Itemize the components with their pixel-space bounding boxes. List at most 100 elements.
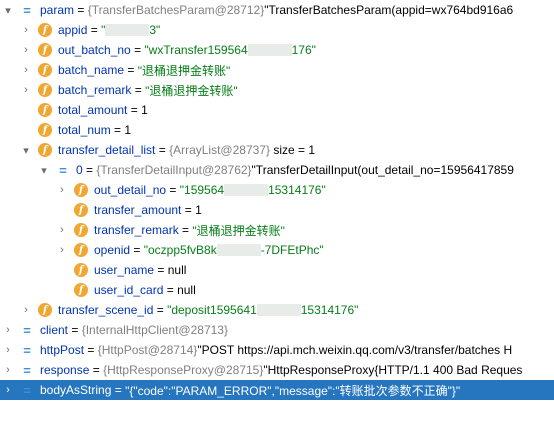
field-icon: f [38, 123, 52, 137]
tree-row-text: transfer_detail_list = {ArrayList@28737}… [58, 140, 315, 160]
variable-value: "TransferBatchesParam(appid=wx764bd916a6 [264, 3, 514, 17]
variable-name: response [40, 363, 90, 377]
tree-row-user_id_card[interactable]: f user_id_card = null [0, 280, 554, 300]
tree-row-out_detail_no[interactable]: › f out_detail_no = "159564 15314176" [0, 180, 554, 200]
tree-row-text: total_num = 1 [58, 120, 131, 140]
expand-arrow-icon[interactable]: › [20, 80, 32, 100]
tree-row-httpPost[interactable]: › = httpPost = {HttpPost@28714} "POST http… [0, 340, 554, 360]
variable-value: "退桶退押金转账" [192, 223, 285, 238]
tree-row-total_num[interactable]: f total_num = 1 [0, 120, 554, 140]
redaction-blur [216, 244, 261, 256]
tree-row-client[interactable]: › = client = {InternalHttpClient@28713} [0, 320, 554, 340]
expand-arrow-icon[interactable]: › [20, 300, 32, 320]
variable-type: {InternalHttpClient@28713} [81, 323, 228, 337]
equals-sign: = [153, 303, 168, 317]
expand-arrow-icon[interactable]: › [20, 60, 32, 80]
variable-value: "wxTransfer159564 [144, 43, 248, 57]
tree-row-text: 0 = {TransferDetailInput@28762} "Transfe… [76, 160, 514, 180]
equals-sign: = [87, 23, 102, 37]
tree-row-bodyAsString[interactable]: › = bodyAsString = "{"code":"PARAM_ERROR",… [0, 380, 554, 400]
variable-value: "{"code":"PARAM_ERROR","message":"转账批次参数… [125, 383, 461, 398]
variable-name: transfer_amount [94, 203, 182, 217]
expand-arrow-icon[interactable]: › [56, 220, 68, 240]
tree-row-response[interactable]: › = response = {HttpResponseProxy@28715} "… [0, 360, 554, 380]
variable-value: 1 [195, 203, 202, 217]
tree-row-text: param = {TransferBatchesParam@28712} "Tr… [40, 0, 513, 20]
variable-name: user_name [94, 263, 155, 277]
expand-arrow-icon[interactable]: › [2, 340, 14, 360]
expand-arrow-icon[interactable]: › [2, 320, 14, 340]
variable-icon: = [59, 162, 67, 178]
tree-row-param[interactable]: ▾ = param = {TransferBatchesParam@28712} "… [0, 0, 554, 20]
redaction-blur [105, 24, 150, 36]
equals-sign: = [178, 223, 193, 237]
tree-row-transfer_detail_list[interactable]: ▾ f transfer_detail_list = {ArrayList@2873… [0, 140, 554, 160]
variable-value: "退桶退押金转账" [145, 83, 238, 98]
variable-type: {HttpPost@28714} [97, 343, 198, 357]
collapse-arrow-icon[interactable]: ▾ [2, 0, 14, 20]
expand-arrow-icon[interactable]: › [2, 380, 14, 400]
tree-row-transfer_scene_id[interactable]: › f transfer_scene_id = "deposit1595641 153… [0, 300, 554, 320]
expand-arrow-icon[interactable]: › [2, 360, 14, 380]
equals-sign: = [89, 363, 104, 377]
tree-row-user_name[interactable]: f user_name = null [0, 260, 554, 280]
tree-row-batch_name[interactable]: › f batch_name = "退桶退押金转账" [0, 60, 554, 80]
variable-name: out_batch_no [58, 43, 131, 57]
variable-name: batch_name [58, 63, 125, 77]
equals-sign: = [110, 123, 125, 137]
expand-arrow-icon[interactable]: › [20, 20, 32, 40]
tree-row-text: batch_name = "退桶退押金转账" [58, 60, 230, 80]
field-icon: f [74, 223, 88, 237]
expand-arrow-icon[interactable]: › [20, 40, 32, 60]
expand-arrow-icon[interactable]: › [56, 240, 68, 260]
tree-row-text: batch_remark = "退桶退押金转账" [58, 80, 238, 100]
tree-row-text: httpPost = {HttpPost@28714} "POST https:… [40, 340, 512, 360]
variable-name: total_num [58, 123, 111, 137]
variable-name: httpPost [40, 343, 85, 357]
tree-row-text: total_amount = 1 [58, 100, 148, 120]
variable-icon: = [23, 382, 31, 398]
tree-row-text: user_id_card = null [94, 280, 196, 300]
variable-name: openid [94, 243, 131, 257]
variable-name: appid [58, 23, 88, 37]
variable-name: batch_remark [58, 83, 132, 97]
equals-sign: = [84, 343, 98, 357]
tree-row-text: out_detail_no = "159564 15314176" [94, 180, 326, 200]
equals-sign: = [166, 183, 180, 197]
field-icon: f [74, 263, 88, 277]
expand-arrow-icon[interactable]: › [56, 180, 68, 200]
redaction-blur [224, 184, 269, 196]
variable-icon: = [23, 342, 31, 358]
tree-row-text: openid = "oczpp5fvB8k -7DFEtPhc" [94, 240, 324, 260]
tree-row-openid[interactable]: › f openid = "oczpp5fvB8k -7DFEtPhc" [0, 240, 554, 260]
variable-value: null [177, 283, 196, 297]
field-icon: f [38, 303, 52, 317]
collapse-arrow-icon[interactable]: ▾ [20, 140, 32, 160]
tree-row-transfer_amount[interactable]: f transfer_amount = 1 [0, 200, 554, 220]
variable-name: client [40, 323, 69, 337]
variable-value: 1 [141, 103, 148, 117]
field-icon: f [38, 43, 52, 57]
variable-type: {TransferBatchesParam@28712} [87, 3, 265, 17]
field-icon: f [38, 63, 52, 77]
collapse-arrow-icon[interactable]: ▾ [38, 160, 50, 180]
equals-sign: = [68, 323, 82, 337]
tree-row-text: transfer_amount = 1 [94, 200, 202, 220]
tree-row-text: user_name = null [94, 260, 186, 280]
equals-sign: = [155, 143, 170, 157]
tree-row-transfer_remark[interactable]: › f transfer_remark = "退桶退押金转账" [0, 220, 554, 240]
tree-row-batch_remark[interactable]: › f batch_remark = "退桶退押金转账" [0, 80, 554, 100]
variable-name: param [40, 3, 75, 17]
tree-row-item0[interactable]: ▾ = 0 = {TransferDetailInput@28762} "Trans… [0, 160, 554, 180]
equals-sign: = [130, 43, 145, 57]
equals-sign: = [74, 3, 88, 17]
tree-row-text: transfer_remark = "退桶退押金转账" [94, 220, 285, 240]
tree-row-appid[interactable]: › f appid = " 3" [0, 20, 554, 40]
field-icon: f [38, 143, 52, 157]
field-icon: f [74, 243, 88, 257]
tree-row-out_batch_no[interactable]: › f out_batch_no = "wxTransfer159564 176" [0, 40, 554, 60]
equals-sign: = [181, 203, 196, 217]
variable-name: bodyAsString [40, 383, 112, 397]
tree-row-total_amount[interactable]: f total_amount = 1 [0, 100, 554, 120]
variable-value: "POST https://api.mch.weixin.qq.com/v3/t… [197, 343, 513, 357]
